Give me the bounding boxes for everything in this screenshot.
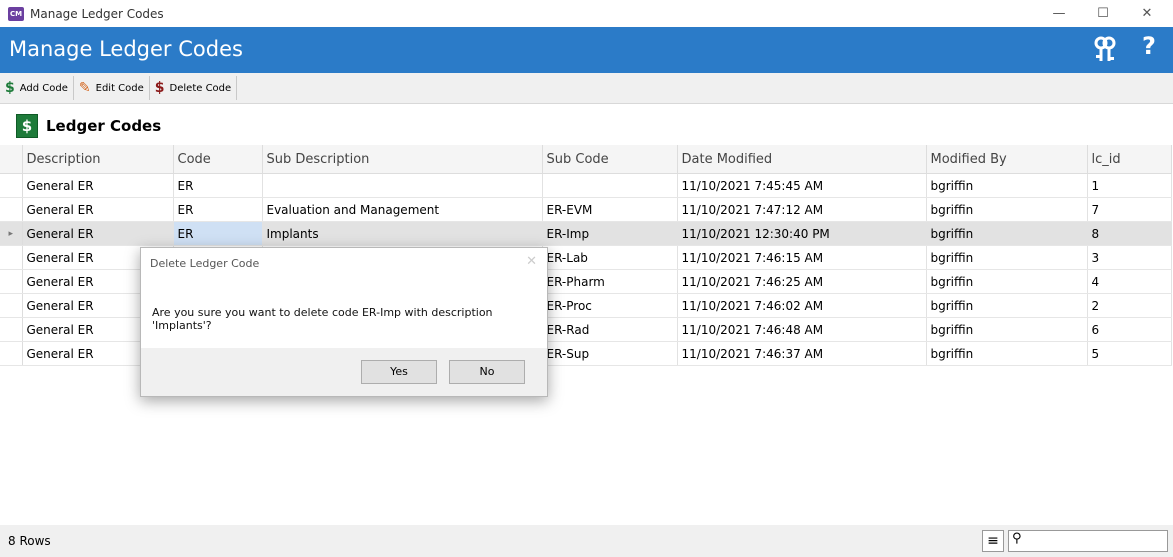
cell-sub-description[interactable] [262,173,543,198]
row-indicator [0,197,23,222]
row-indicator [0,341,23,366]
delete-confirm-dialog: Delete Ledger Code ✕ Are you sure you wa… [140,247,548,397]
yes-button[interactable]: Yes [361,360,437,384]
cell-modified-by[interactable]: bgriffin [926,341,1088,366]
cell-lc-id[interactable]: 2 [1087,293,1172,318]
menu-icon[interactable]: ≡ [982,530,1004,552]
search-input[interactable] [1031,532,1165,550]
toolbar: $ Add Code ✎ Edit Code $ Delete Code [0,73,1173,104]
grid-header-row: Description Code Sub Description Sub Cod… [0,145,1172,174]
cell-sub-code[interactable] [542,173,678,198]
cell-code[interactable]: ER [173,173,263,198]
no-button[interactable]: No [449,360,525,384]
add-dollar-icon: $ [5,80,15,96]
dialog-close-icon[interactable]: ✕ [526,254,537,269]
table-row[interactable]: General ER ER Evaluation and Management … [0,197,1172,222]
cell-code[interactable]: ER [173,197,263,222]
cell-modified-by[interactable]: bgriffin [926,173,1088,198]
col-lc-id[interactable]: lc_id [1087,145,1172,174]
col-date-modified[interactable]: Date Modified [677,145,927,174]
cell-lc-id[interactable]: 4 [1087,269,1172,294]
cell-description[interactable]: General ER [22,197,174,222]
col-description[interactable]: Description [22,145,174,174]
cell-modified-by[interactable]: bgriffin [926,245,1088,270]
cell-lc-id[interactable]: 7 [1087,197,1172,222]
cell-date-modified[interactable]: 11/10/2021 7:45:45 AM [677,173,927,198]
cell-lc-id[interactable]: 6 [1087,317,1172,342]
col-sub-description[interactable]: Sub Description [262,145,543,174]
status-bar: 8 Rows ≡ ⚲ [0,525,1173,557]
cell-sub-code[interactable]: ER-Rad [542,317,678,342]
cell-sub-code[interactable]: ER-Lab [542,245,678,270]
help-icon[interactable]: ? [1142,32,1156,60]
app-icon: CM [8,6,24,21]
cell-date-modified[interactable]: 11/10/2021 7:46:15 AM [677,245,927,270]
add-code-label: Add Code [19,82,68,94]
maximize-button[interactable]: ☐ [1081,0,1125,27]
cell-modified-by[interactable]: bgriffin [926,317,1088,342]
section-header: $ Ledger Codes [0,104,1173,144]
dialog-footer: Yes No [141,348,547,396]
edit-code-label: Edit Code [95,82,144,94]
add-code-button[interactable]: $ Add Code [0,76,74,100]
cell-sub-code[interactable]: ER-EVM [542,197,678,222]
window-titlebar: CM Manage Ledger Codes — ☐ ✕ [0,0,1173,27]
cell-sub-code[interactable]: ER-Imp [542,221,678,246]
dialog-message: Are you sure you want to delete code ER-… [152,306,493,332]
cell-date-modified[interactable]: 11/10/2021 7:46:48 AM [677,317,927,342]
col-code[interactable]: Code [173,145,263,174]
cell-code[interactable]: ER [173,221,263,246]
row-indicator [0,269,23,294]
cell-description[interactable]: General ER [22,221,174,246]
header-indicator [0,145,23,174]
row-indicator [0,173,23,198]
app-header: Manage Ledger Codes ? [0,27,1173,73]
cell-date-modified[interactable]: 11/10/2021 7:46:02 AM [677,293,927,318]
window-title: Manage Ledger Codes [30,6,164,21]
page-title: Manage Ledger Codes [9,37,243,61]
cell-lc-id[interactable]: 3 [1087,245,1172,270]
delete-dollar-icon: $ [154,80,165,96]
edit-code-button[interactable]: ✎ Edit Code [74,76,150,100]
cell-date-modified[interactable]: 11/10/2021 12:30:40 PM [677,221,927,246]
cell-lc-id[interactable]: 8 [1087,221,1172,246]
cell-sub-code[interactable]: ER-Pharm [542,269,678,294]
cell-date-modified[interactable]: 11/10/2021 7:46:25 AM [677,269,927,294]
row-count: 8 Rows [8,534,51,548]
ledger-dollar-icon: $ [16,114,38,138]
search-box[interactable]: ⚲ [1008,530,1168,552]
row-indicator [0,293,23,318]
cell-sub-description[interactable]: Evaluation and Management [262,197,543,222]
col-sub-code[interactable]: Sub Code [542,145,678,174]
row-indicator-arrow-icon: ▸ [0,221,23,246]
cell-description[interactable]: General ER [22,173,174,198]
cell-modified-by[interactable]: bgriffin [926,221,1088,246]
section-title: Ledger Codes [46,117,162,135]
cell-date-modified[interactable]: 11/10/2021 7:46:37 AM [677,341,927,366]
cell-modified-by[interactable]: bgriffin [926,269,1088,294]
row-indicator [0,317,23,342]
col-modified-by[interactable]: Modified By [926,145,1088,174]
cell-lc-id[interactable]: 5 [1087,341,1172,366]
pencil-icon: ✎ [78,80,91,96]
keys-icon[interactable] [1092,36,1118,64]
cell-sub-code[interactable]: ER-Proc [542,293,678,318]
search-icon: ⚲ [1012,531,1022,546]
close-window-button[interactable]: ✕ [1125,0,1169,27]
dialog-title: Delete Ledger Code [150,257,260,270]
cell-sub-description[interactable]: Implants [262,221,543,246]
cell-modified-by[interactable]: bgriffin [926,197,1088,222]
cell-modified-by[interactable]: bgriffin [926,293,1088,318]
minimize-button[interactable]: — [1037,0,1081,27]
table-row[interactable]: General ER ER 11/10/2021 7:45:45 AM bgri… [0,173,1172,198]
cell-sub-code[interactable]: ER-Sup [542,341,678,366]
row-indicator [0,245,23,270]
cell-date-modified[interactable]: 11/10/2021 7:47:12 AM [677,197,927,222]
delete-code-button[interactable]: $ Delete Code [150,76,238,100]
table-row-selected[interactable]: ▸ General ER ER Implants ER-Imp 11/10/20… [0,221,1172,246]
cell-lc-id[interactable]: 1 [1087,173,1172,198]
delete-code-label: Delete Code [169,82,232,94]
